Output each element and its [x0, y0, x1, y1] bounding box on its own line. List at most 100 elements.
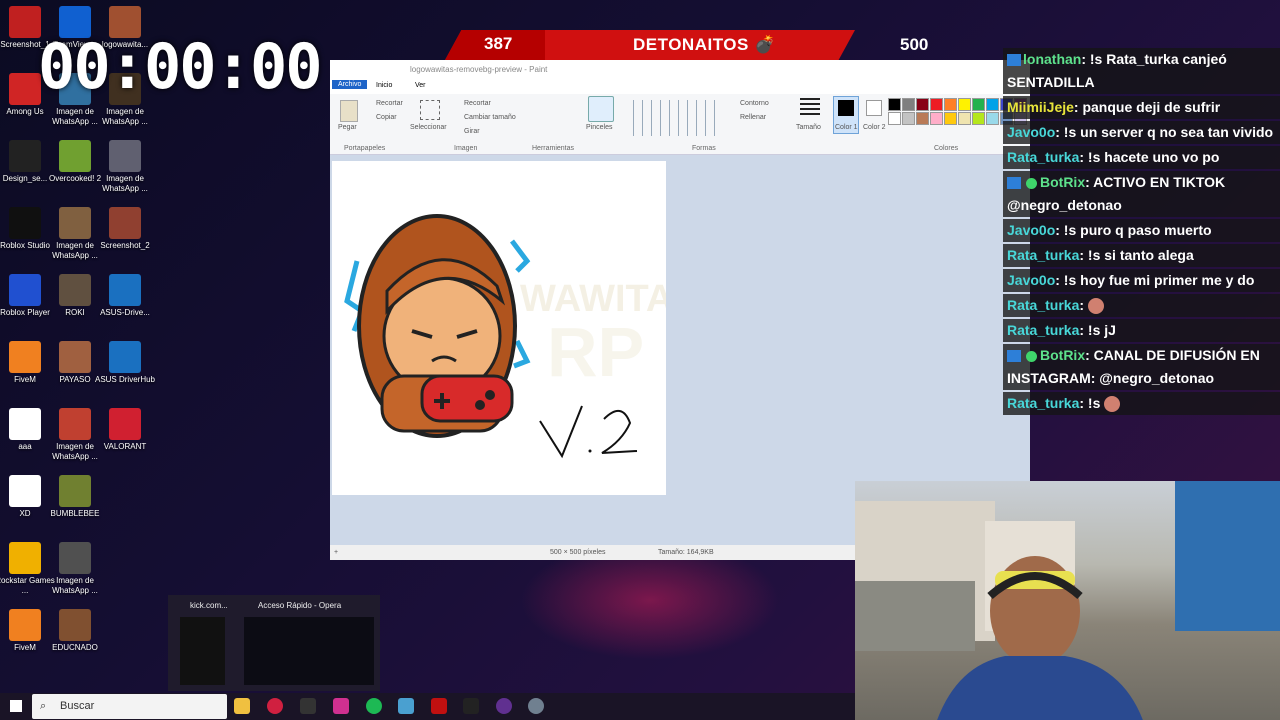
- palette-swatch[interactable]: [986, 112, 999, 125]
- streamer: [937, 556, 1143, 720]
- chat-username[interactable]: MiimiiJeje: [1007, 99, 1074, 115]
- chat-username[interactable]: Rata_turka: [1007, 322, 1079, 338]
- group-formas: Formas: [692, 145, 716, 152]
- brushes-button[interactable]: Pinceles: [586, 124, 612, 131]
- terminal-icon[interactable]: [300, 698, 316, 714]
- rotate-button[interactable]: Girar: [464, 128, 480, 135]
- hoodie-gamer-logo: WAWITAS RP: [344, 214, 699, 459]
- watermark-rp: RP: [547, 313, 644, 391]
- teams-icon[interactable]: [398, 698, 414, 714]
- spotify-icon[interactable]: [366, 698, 382, 714]
- palette-swatch[interactable]: [902, 112, 915, 125]
- desktop-icon-image: [9, 140, 41, 172]
- palette-swatch[interactable]: [958, 98, 971, 111]
- desktop-icon[interactable]: ASUS-Drive...: [92, 274, 158, 318]
- desktop-icon-image: [59, 609, 91, 641]
- paste-icon[interactable]: [340, 100, 358, 122]
- file-explorer-icon[interactable]: [234, 698, 250, 714]
- desktop-icon[interactable]: Imagen de WhatsApp ...: [42, 542, 108, 596]
- chat-text: :: [1079, 297, 1085, 313]
- desktop-icon-label: ASUS-Drive...: [100, 308, 150, 317]
- thumb-kick-preview[interactable]: [180, 617, 225, 685]
- desktop-icon[interactable]: ASUS DriverHub: [92, 341, 158, 385]
- chat-username[interactable]: Javo0o: [1007, 222, 1055, 238]
- menu-inicio[interactable]: Inicio: [376, 82, 392, 89]
- thumb-opera[interactable]: Acceso Rápido - Opera: [258, 601, 341, 610]
- select-button[interactable]: Seleccionar: [410, 124, 447, 131]
- verified-icon: [1026, 177, 1037, 189]
- desktop-icon-image: [59, 408, 91, 440]
- desktop-icon[interactable]: Imagen de WhatsApp ...: [92, 140, 158, 194]
- outline-button[interactable]: Contorno: [740, 100, 769, 107]
- chat-text: : !s: [1079, 395, 1101, 411]
- chat-username[interactable]: BotRix: [1040, 347, 1085, 363]
- fill-button[interactable]: Rellenar: [740, 114, 766, 121]
- menu-archivo[interactable]: Archivo: [332, 80, 368, 89]
- chat-username[interactable]: lonathan: [1023, 51, 1081, 67]
- palette-swatch[interactable]: [986, 98, 999, 111]
- thumb-kick[interactable]: kick.com...: [190, 601, 228, 610]
- desktop-icon[interactable]: Screenshot_2: [92, 207, 158, 251]
- desktop-icon-label: BUMBLEBEE: [50, 509, 100, 518]
- select-icon[interactable]: [420, 100, 440, 120]
- palette-swatch[interactable]: [930, 98, 943, 111]
- start-icon[interactable]: [10, 700, 22, 712]
- drawing-canvas[interactable]: WAWITAS RP: [332, 161, 699, 495]
- desktop-icon[interactable]: VALORANT: [92, 408, 158, 452]
- color1-label: Color 1: [835, 124, 858, 131]
- palette-swatch[interactable]: [972, 112, 985, 125]
- palette-swatch[interactable]: [888, 98, 901, 111]
- menu-ver[interactable]: Ver: [415, 82, 426, 89]
- taskbar-thumbnails: kick.com... Acceso Rápido - Opera: [168, 595, 380, 691]
- webcam-overlay: [855, 481, 1280, 720]
- brushes-icon[interactable]: [588, 96, 614, 122]
- chrome-icon[interactable]: [528, 698, 544, 714]
- group-colores: Colores: [934, 145, 959, 152]
- shapes-gallery[interactable]: [625, 100, 720, 136]
- desktop-icon-image: [109, 408, 141, 440]
- chat-message: BotRix: ACTIVO EN TIKTOK @negro_detonao: [1003, 171, 1280, 217]
- palette-swatch[interactable]: [958, 112, 971, 125]
- chat-message: Javo0o: !s un server q no sea tan vivido: [1003, 121, 1280, 144]
- palette-swatch[interactable]: [944, 98, 957, 111]
- chat-username[interactable]: Javo0o: [1007, 272, 1055, 288]
- palette-swatch[interactable]: [944, 112, 957, 125]
- desktop-icon-image: [59, 207, 91, 239]
- stream-timer: 00:00:00: [38, 30, 323, 103]
- chat-message: BotRix: CANAL DE DIFUSIÓN EN INSTAGRAM: …: [1003, 344, 1280, 390]
- resize-button[interactable]: Cambiar tamaño: [464, 114, 516, 121]
- opera-icon[interactable]: [267, 698, 283, 714]
- paste-button[interactable]: Pegar: [338, 124, 357, 131]
- size-button[interactable]: Tamaño: [796, 124, 821, 131]
- palette-swatch[interactable]: [888, 112, 901, 125]
- chat-username[interactable]: Javo0o: [1007, 124, 1055, 140]
- desktop-icon-image: [9, 6, 41, 38]
- desktop-icon-image: [59, 475, 91, 507]
- chat-username[interactable]: BotRix: [1040, 174, 1085, 190]
- taskbar-search[interactable]: ⌕ Buscar: [32, 694, 227, 719]
- desktop-icon-image: [9, 408, 41, 440]
- app-icon[interactable]: [431, 698, 447, 714]
- verified-icon: [1026, 350, 1037, 362]
- chat-username[interactable]: Rata_turka: [1007, 149, 1079, 165]
- palette-swatch[interactable]: [916, 112, 929, 125]
- palette-swatch[interactable]: [916, 98, 929, 111]
- capcut-icon[interactable]: [463, 698, 479, 714]
- crop-button[interactable]: Recortar: [464, 100, 491, 107]
- opera-gx-icon[interactable]: [496, 698, 512, 714]
- desktop-icon[interactable]: EDUCNADO: [42, 609, 108, 653]
- palette-swatch[interactable]: [930, 112, 943, 125]
- palette-swatch[interactable]: [972, 98, 985, 111]
- desktop-icon[interactable]: BUMBLEBEE: [42, 475, 108, 519]
- palette-swatch[interactable]: [902, 98, 915, 111]
- desktop-icon-image: [9, 274, 41, 306]
- copy-button[interactable]: Copiar: [376, 114, 397, 121]
- chat-username[interactable]: Rata_turka: [1007, 297, 1079, 313]
- thumb-opera-preview[interactable]: [244, 617, 374, 685]
- chat-username[interactable]: Rata_turka: [1007, 395, 1079, 411]
- chat-username[interactable]: Rata_turka: [1007, 247, 1079, 263]
- size-icon[interactable]: [800, 98, 820, 116]
- color2-button[interactable]: [866, 100, 882, 116]
- instagram-icon[interactable]: [333, 698, 349, 714]
- cut-button[interactable]: Recortar: [376, 100, 403, 107]
